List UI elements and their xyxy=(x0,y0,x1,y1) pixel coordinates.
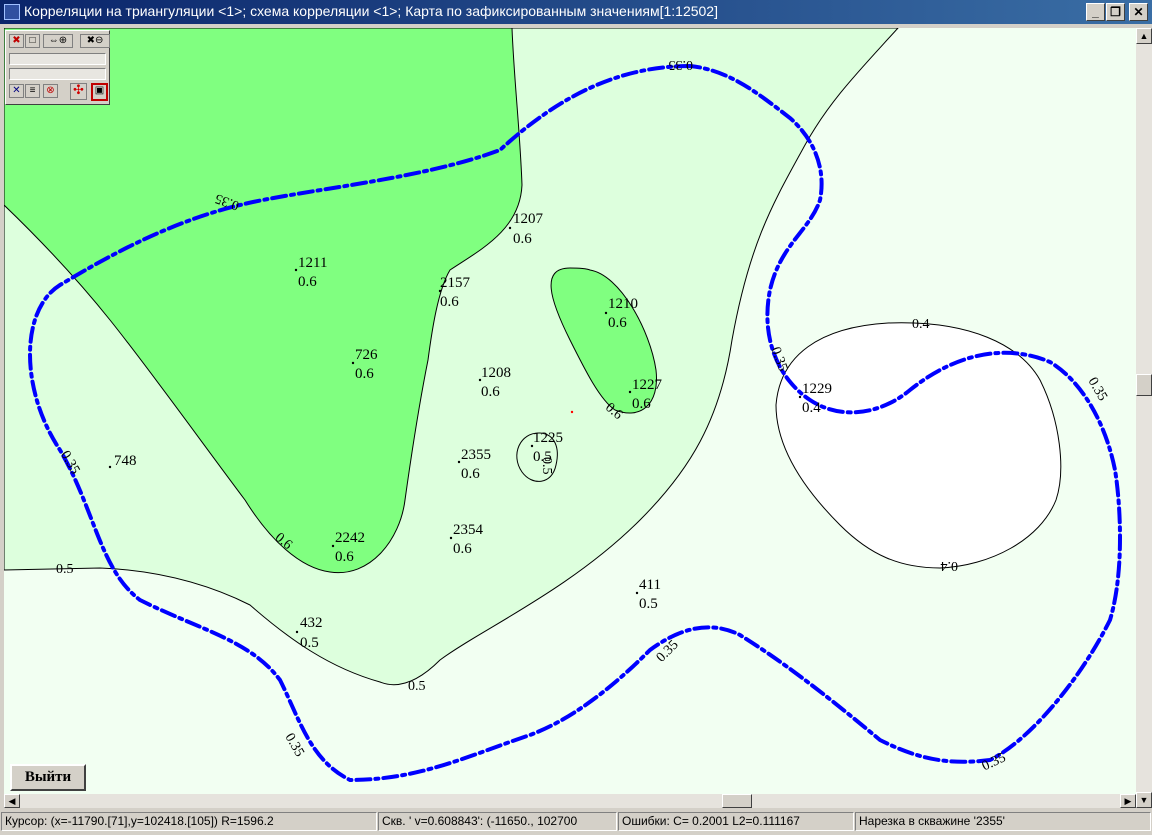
well-411[interactable]: 411 0.5 xyxy=(635,577,661,612)
well-value: 0.6 xyxy=(632,396,651,412)
well-value: 0.4 xyxy=(802,400,821,416)
contour-label: 0.35 xyxy=(669,57,694,72)
well-value: 0.6 xyxy=(298,274,317,290)
square-icon[interactable]: □ xyxy=(25,34,40,48)
toolbox-field[interactable] xyxy=(9,68,106,80)
status-bar: Курсор: (x=-11790.[71],y=102418.[105]) R… xyxy=(0,810,1152,835)
scroll-down-icon[interactable]: ▼ xyxy=(1136,792,1152,808)
well-id: 411 xyxy=(639,577,661,593)
status-slice: Нарезка в скважине '2355' xyxy=(855,812,1151,831)
contour-label: 0.4 xyxy=(941,558,959,573)
well-id: 2157 xyxy=(440,275,471,291)
stop-icon[interactable]: ⊗ xyxy=(43,84,58,98)
cursor-marker xyxy=(570,410,574,414)
well-value: 0.6 xyxy=(461,466,480,482)
well-value: 0.5 xyxy=(639,596,658,612)
navigate-icon[interactable]: ✣ xyxy=(70,83,87,100)
contour-label: 0.35 xyxy=(768,345,790,373)
window-title-bar: Корреляции на триангуляции <1>; схема ко… xyxy=(0,0,1152,24)
window-title: Корреляции на триангуляции <1>; схема ко… xyxy=(24,3,718,19)
well-value: 0.6 xyxy=(481,384,500,400)
map-toolbox: ✖ □ ⇔⊕ ✖⊖ ✕ ≡ ⊗ ✣ ▣ xyxy=(5,30,110,105)
scroll-right-icon[interactable]: ▶ xyxy=(1120,794,1136,808)
contour-label: 0.35 xyxy=(282,731,307,760)
horizontal-scroll-thumb[interactable] xyxy=(722,794,752,808)
well-id: 1210 xyxy=(608,296,638,312)
list-icon[interactable]: ≡ xyxy=(25,84,40,98)
well-id: 1208 xyxy=(481,365,511,381)
well-id: 1225 xyxy=(533,430,563,446)
map-icon[interactable]: ▣ xyxy=(91,83,108,101)
well-id: 432 xyxy=(300,615,323,631)
well-id: 1211 xyxy=(298,255,327,271)
zoom-out-icon[interactable]: ✖⊖ xyxy=(80,34,110,48)
well-id: 2354 xyxy=(453,522,484,538)
minimize-button[interactable]: _ xyxy=(1086,3,1105,21)
cross-icon[interactable]: ✕ xyxy=(9,84,24,98)
delete-icon[interactable]: ✖ xyxy=(9,34,24,48)
well-value: 0.6 xyxy=(608,315,627,331)
vertical-scroll-thumb[interactable] xyxy=(1136,374,1152,396)
well-id: 748 xyxy=(114,453,137,469)
move-zoom-icon[interactable]: ⇔⊕ xyxy=(43,34,73,48)
well-value: 0.6 xyxy=(335,549,354,565)
close-button[interactable]: ✕ xyxy=(1129,3,1148,21)
well-value: 0.6 xyxy=(440,294,459,310)
well-id: 2355 xyxy=(461,447,491,463)
status-cursor: Курсор: (x=-11790.[71],y=102418.[105]) R… xyxy=(1,812,377,831)
toolbox-field[interactable] xyxy=(9,53,106,65)
well-value: 0.5 xyxy=(300,635,319,651)
well-id: 1229 xyxy=(802,381,832,397)
scroll-left-icon[interactable]: ◀ xyxy=(4,794,20,808)
well-id: 1207 xyxy=(513,211,544,227)
well-id: 726 xyxy=(355,347,378,363)
horizontal-scrollbar[interactable]: ◀ ▶ xyxy=(4,794,1136,808)
well-id: 1227 xyxy=(632,377,663,393)
well-value: 0.5 xyxy=(533,449,552,465)
contour-label: 0.35 xyxy=(654,638,682,666)
restore-button[interactable]: ❐ xyxy=(1106,3,1125,21)
status-errors: Ошибки: C= 0.2001 L2=0.111167 xyxy=(618,812,854,831)
zone-0.4-fill xyxy=(775,322,1062,569)
well-value: 0.6 xyxy=(453,541,472,557)
app-icon xyxy=(4,4,20,20)
map-canvas[interactable]: 0.35 0.35 0.35 0.35 0.35 0.35 0.35 0.35 … xyxy=(4,28,1136,794)
well-value: 0.6 xyxy=(355,366,374,382)
well-value: 0.6 xyxy=(513,231,532,247)
exit-button[interactable]: Выйти xyxy=(10,764,86,791)
well-id: 2242 xyxy=(335,530,365,546)
vertical-scrollbar[interactable]: ▲ ▼ xyxy=(1136,28,1152,808)
contour-label: 0.5 xyxy=(408,679,426,694)
status-well: Скв. ' v=0.608843': (-11650., 102700 xyxy=(378,812,617,831)
scroll-up-icon[interactable]: ▲ xyxy=(1136,28,1152,44)
contour-label: 0.4 xyxy=(912,317,930,332)
contour-label: 0.5 xyxy=(56,562,74,577)
